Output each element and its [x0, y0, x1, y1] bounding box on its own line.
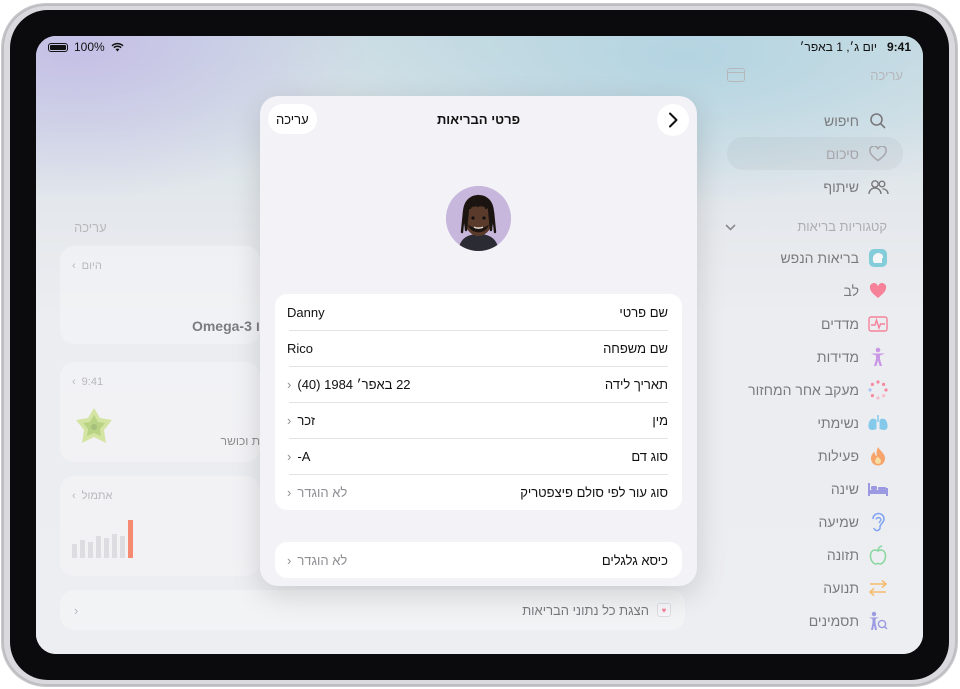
sex-value: זכר [297, 412, 316, 428]
battery-percent: 100% [74, 40, 105, 54]
status-time: 9:41 [886, 40, 911, 54]
row-blood-type[interactable]: סוג דם A- ‹ [275, 438, 682, 474]
status-bar: 9:41 יום ג׳, 1 באפר׳ 100% [36, 40, 923, 56]
row-label: שם משפחה [603, 340, 668, 356]
wifi-icon [111, 42, 124, 52]
last-name-value: Rico [287, 340, 314, 356]
chevron-left-icon: ‹ [287, 484, 292, 500]
chevron-left-icon: ‹ [287, 448, 292, 464]
blood-type-value: A- [297, 448, 311, 464]
chevron-right-icon [669, 112, 678, 128]
health-details-sheet: עריכה פרטי הבריאות שם פרטי Danny שם משפח… [260, 96, 697, 586]
screen: 9:41 יום ג׳, 1 באפר׳ 100% עריכה ‹ היום Om… [36, 36, 923, 654]
row-date-of-birth[interactable]: תאריך לידה 22 באפר׳ 1984 (40) ‹ [275, 366, 682, 402]
chevron-left-icon: ‹ [287, 552, 292, 568]
row-label: שם פרטי [619, 304, 668, 320]
skin-type-value: לא הוגדר [297, 484, 348, 500]
chevron-left-icon: ‹ [287, 412, 292, 428]
date-of-birth-value: 22 באפר׳ 1984 (40) [297, 376, 411, 392]
avatar [446, 186, 511, 251]
row-label: סוג דם [631, 448, 668, 464]
row-wheelchair[interactable]: כיסא גלגלים לא הוגדר ‹ [275, 542, 682, 578]
wheelchair-group: כיסא גלגלים לא הוגדר ‹ [275, 542, 682, 578]
row-label: סוג עור לפי סולם פיצפטריק [520, 484, 668, 500]
row-last-name[interactable]: שם משפחה Rico [275, 330, 682, 366]
sheet-title: פרטי הבריאות [436, 112, 521, 127]
row-label: מין [652, 412, 668, 428]
chevron-left-icon: ‹ [287, 376, 292, 392]
wheelchair-value: לא הוגדר [297, 552, 348, 568]
row-label: כיסא גלגלים [601, 552, 668, 568]
row-sex[interactable]: מין זכר ‹ [275, 402, 682, 438]
row-fitzpatrick-skin-type[interactable]: סוג עור לפי סולם פיצפטריק לא הוגדר ‹ [275, 474, 682, 510]
battery-icon [48, 42, 68, 52]
details-group: שם פרטי Danny שם משפחה Rico תאריך לידה 2… [275, 294, 682, 510]
row-label: תאריך לידה [604, 376, 668, 392]
back-button[interactable] [657, 104, 689, 136]
row-first-name[interactable]: שם פרטי Danny [275, 294, 682, 330]
status-date: יום ג׳, 1 באפר׳ [799, 40, 877, 54]
first-name-value: Danny [287, 304, 325, 320]
